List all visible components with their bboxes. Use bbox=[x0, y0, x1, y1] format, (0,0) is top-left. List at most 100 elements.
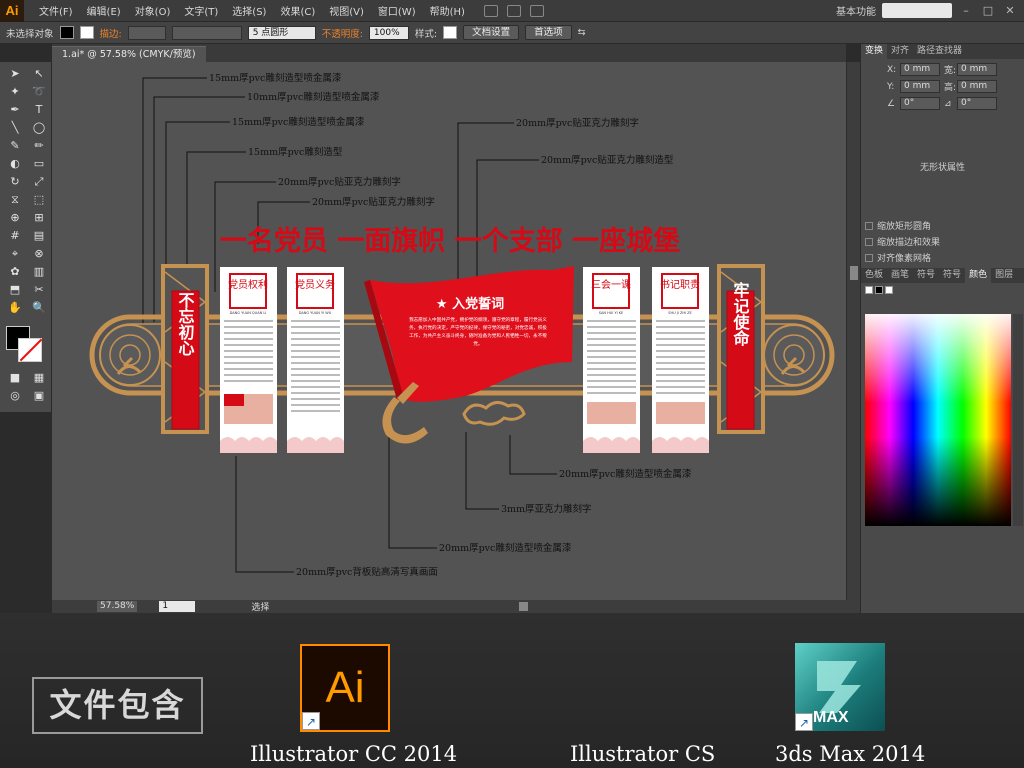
stroke-weight-dropdown[interactable] bbox=[127, 25, 166, 40]
symbol-sprayer-tool-icon[interactable]: ✿ bbox=[5, 264, 25, 280]
gradient-mode-icon[interactable]: ▦ bbox=[29, 370, 49, 386]
white-chip[interactable] bbox=[865, 286, 873, 294]
workspace-switcher[interactable]: 基本功能 bbox=[836, 3, 876, 18]
menu-effect[interactable]: 效果(C) bbox=[273, 3, 322, 18]
vertical-scrollbar[interactable] bbox=[846, 62, 860, 600]
slogan-text: 一名党员 一面旗帜 一个支部 一座城堡 bbox=[220, 225, 680, 257]
magic-wand-tool-icon[interactable]: ✦ bbox=[5, 84, 25, 100]
minimize-icon[interactable]: – bbox=[958, 4, 974, 17]
send-icon[interactable] bbox=[529, 4, 544, 17]
stroke-swatch[interactable] bbox=[79, 26, 94, 39]
annotation-9: 20mm厚pvc雕刻造型喷金属漆 bbox=[559, 468, 692, 480]
document-tab[interactable]: 1.ai* @ 57.58% (CMYK/预览) bbox=[52, 46, 206, 62]
illustrator-icon-text: Ai bbox=[325, 663, 365, 712]
menu-select[interactable]: 选择(S) bbox=[225, 3, 273, 18]
menu-object[interactable]: 对象(O) bbox=[128, 3, 178, 18]
tab-layers[interactable]: 图层 bbox=[991, 268, 1017, 283]
panel-duties-title: 党员义务 bbox=[295, 278, 335, 291]
mesh-tool-icon[interactable]: # bbox=[5, 228, 25, 244]
eyedropper-tool-icon[interactable]: ⌖ bbox=[5, 246, 25, 262]
eraser-tool-icon[interactable]: ▭ bbox=[29, 156, 49, 172]
zoom-field[interactable]: 57.58% bbox=[97, 601, 138, 612]
type-tool-icon[interactable]: T bbox=[29, 102, 49, 118]
pen-tool-icon[interactable]: ✒ bbox=[5, 102, 25, 118]
stroke-label[interactable]: 描边: bbox=[100, 26, 122, 40]
horizontal-scroll-thumb[interactable] bbox=[519, 602, 529, 611]
panel-rights-title: 党员权利 bbox=[228, 278, 268, 291]
none-chip[interactable] bbox=[885, 286, 893, 294]
width-tool-icon[interactable]: ⧖ bbox=[5, 192, 25, 208]
fill-swatch[interactable] bbox=[59, 26, 74, 39]
pencil-tool-icon[interactable]: ✏ bbox=[29, 138, 49, 154]
line-tool-icon[interactable]: ╲ bbox=[5, 120, 25, 136]
menu-file[interactable]: 文件(F) bbox=[32, 3, 80, 18]
hand-tool-icon[interactable]: ✋ bbox=[5, 300, 25, 316]
tab-color[interactable]: 颜色 bbox=[965, 268, 992, 283]
slice-tool-icon[interactable]: ✂ bbox=[29, 282, 49, 298]
style-label: 样式: bbox=[414, 28, 438, 40]
align-pixel-grid-label: 对齐像素网格 bbox=[877, 254, 932, 264]
x-field[interactable]: 0 mm bbox=[900, 63, 940, 76]
color-mode-icon[interactable]: ■ bbox=[5, 370, 25, 386]
perspective-grid-tool-icon[interactable]: ⊞ bbox=[29, 210, 49, 226]
menu-help[interactable]: 帮助(H) bbox=[423, 3, 472, 18]
style-swatch[interactable] bbox=[443, 26, 458, 39]
brush-dropdown[interactable]: 5 点圆形 bbox=[247, 25, 316, 40]
zoom-tool-icon[interactable]: 🔍 bbox=[29, 300, 49, 316]
menu-window[interactable]: 窗口(W) bbox=[371, 3, 423, 18]
rotate-field[interactable]: 0° bbox=[900, 97, 940, 110]
shape-builder-tool-icon[interactable]: ⊕ bbox=[5, 210, 25, 226]
width-field[interactable]: 0 mm bbox=[957, 63, 997, 76]
preferences-button[interactable]: 首选项 bbox=[525, 25, 572, 40]
black-chip[interactable] bbox=[875, 286, 883, 294]
arrange-documents-icon[interactable] bbox=[506, 4, 521, 17]
screen-mode-icon[interactable]: ▣ bbox=[29, 388, 49, 404]
panel-scrollbar[interactable] bbox=[1013, 314, 1023, 526]
scale-corners-checkbox[interactable]: 缩放矩形圆角 bbox=[865, 219, 1024, 232]
variable-width-dropdown[interactable] bbox=[171, 25, 242, 40]
menu-type[interactable]: 文字(T) bbox=[177, 3, 225, 18]
draw-mode-icon[interactable]: ◎ bbox=[5, 388, 25, 404]
tab-symbols-2[interactable]: 符号 bbox=[939, 268, 965, 283]
document-setup-button[interactable]: 文档设置 bbox=[463, 25, 520, 40]
opacity-label[interactable]: 不透明度: bbox=[322, 26, 363, 40]
tab-brushes[interactable]: 画笔 bbox=[887, 268, 913, 283]
blend-tool-icon[interactable]: ⊗ bbox=[29, 246, 49, 262]
left-pillar-text: 不忘初心 bbox=[176, 292, 195, 356]
tab-transform[interactable]: 变换 bbox=[861, 44, 888, 59]
maximize-icon[interactable]: □ bbox=[980, 4, 996, 17]
help-search-input[interactable] bbox=[882, 3, 952, 18]
rotate-tool-icon[interactable]: ↻ bbox=[5, 174, 25, 190]
y-field[interactable]: 0 mm bbox=[900, 80, 940, 93]
paintbrush-tool-icon[interactable]: ✎ bbox=[5, 138, 25, 154]
scale-tool-icon[interactable]: ⤢ bbox=[29, 174, 49, 190]
artboard-navigation-field[interactable]: 1 bbox=[159, 601, 196, 612]
color-spectrum[interactable] bbox=[865, 314, 1011, 526]
tab-align[interactable]: 对齐 bbox=[887, 44, 913, 59]
tab-symbols[interactable]: 符号 bbox=[913, 268, 939, 283]
bridge-icon[interactable] bbox=[483, 4, 498, 17]
gradient-tool-icon[interactable]: ▤ bbox=[29, 228, 49, 244]
arrange-icon[interactable]: ⇆ bbox=[578, 27, 586, 38]
menu-edit[interactable]: 编辑(E) bbox=[80, 3, 128, 18]
shear-field[interactable]: 0° bbox=[957, 97, 997, 110]
close-icon[interactable]: ✕ bbox=[1002, 4, 1018, 17]
menu-view[interactable]: 视图(V) bbox=[322, 3, 371, 18]
artboard-canvas[interactable]: 15mm厚pvc雕刻造型喷金属漆 10mm厚pvc雕刻造型喷金属漆 15mm厚p… bbox=[52, 62, 846, 600]
artboard-tool-icon[interactable]: ⬒ bbox=[5, 282, 25, 298]
column-graph-tool-icon[interactable]: ▥ bbox=[29, 264, 49, 280]
lasso-tool-icon[interactable]: ➰ bbox=[29, 84, 49, 100]
scale-strokes-checkbox[interactable]: 缩放描边和效果 bbox=[865, 235, 1024, 248]
selection-tool-icon[interactable]: ➤ bbox=[5, 66, 25, 82]
height-field[interactable]: 0 mm bbox=[957, 80, 997, 93]
tab-swatches[interactable]: 色板 bbox=[861, 268, 887, 283]
ellipse-tool-icon[interactable]: ◯ bbox=[29, 120, 49, 136]
align-pixel-grid-checkbox[interactable]: 对齐像素网格 bbox=[865, 251, 1024, 264]
stroke-color-box[interactable] bbox=[18, 338, 42, 362]
opacity-input[interactable]: 100% bbox=[368, 25, 409, 40]
vertical-scroll-thumb[interactable] bbox=[850, 266, 858, 280]
blob-brush-tool-icon[interactable]: ◐ bbox=[5, 156, 25, 172]
direct-selection-tool-icon[interactable]: ↖ bbox=[29, 66, 49, 82]
tab-pathfinder[interactable]: 路径查找器 bbox=[913, 44, 966, 59]
free-transform-tool-icon[interactable]: ⬚ bbox=[29, 192, 49, 208]
